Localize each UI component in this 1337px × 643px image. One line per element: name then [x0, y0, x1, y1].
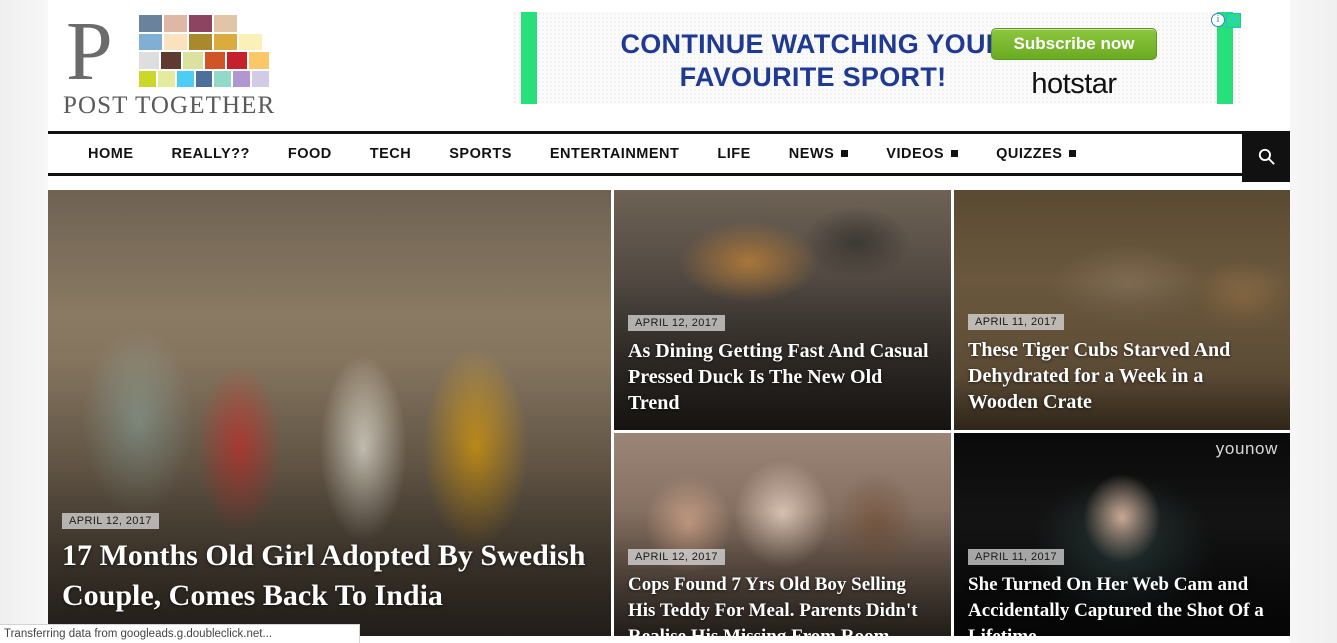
- nav-item-videos[interactable]: VIDEOS: [867, 134, 977, 173]
- article-headline[interactable]: She Turned On Her Web Cam and Accidental…: [968, 572, 1276, 636]
- logo-color-cell: [204, 51, 226, 70]
- advertisement-banner[interactable]: CONTINUE WATCHING YOUR FAVOURITE SPORT! …: [513, 12, 1241, 104]
- article-date: APRIL 12, 2017: [628, 548, 725, 565]
- chevron-down-icon: [1069, 150, 1077, 157]
- chevron-down-icon: [951, 150, 959, 157]
- logo-color-row: [138, 69, 271, 88]
- logo-color-cell: [251, 69, 271, 88]
- page-container: P POST TOGETHER CONTINUE WATCHING YOUR F…: [48, 0, 1290, 643]
- logo-color-cell: [232, 69, 252, 88]
- nav-item-list: HOME REALLY?? FOOD TECH SPORTS ENTERTAINMENT L…: [48, 134, 1095, 173]
- logo-color-cell: [248, 51, 270, 70]
- logo-color-cell: [238, 32, 263, 51]
- article-headline[interactable]: 17 Months Old Girl Adopted By Swedish Co…: [62, 536, 597, 616]
- masthead: P POST TOGETHER CONTINUE WATCHING YOUR F…: [48, 0, 1290, 131]
- logo-color-row: [138, 32, 270, 51]
- nav-item-tech[interactable]: TECH: [351, 134, 430, 173]
- right-gutter: [1290, 0, 1337, 643]
- logo-color-cell: [163, 32, 188, 51]
- nav-item-label: LIFE: [717, 145, 751, 162]
- browser-viewport: P POST TOGETHER CONTINUE WATCHING YOUR F…: [0, 0, 1337, 643]
- article-card-cops[interactable]: APRIL 12, 2017 Cops Found 7 Yrs Old Boy …: [614, 433, 951, 636]
- logo-color-grid: [138, 14, 271, 88]
- article-card-webcam[interactable]: younow APRIL 11, 2017 She Turned On Her …: [954, 433, 1290, 636]
- logo-color-cell: [175, 69, 195, 88]
- logo-color-cell: [213, 32, 238, 51]
- article-date: APRIL 11, 2017: [968, 548, 1065, 565]
- article-meta-webcam: APRIL 11, 2017 She Turned On Her Web Cam…: [968, 547, 1276, 636]
- article-headline[interactable]: As Dining Getting Fast And Casual Presse…: [628, 338, 937, 416]
- article-date: APRIL 11, 2017: [968, 313, 1065, 330]
- logo-color-cell: [160, 51, 182, 70]
- nav-item-label: ENTERTAINMENT: [549, 145, 680, 162]
- nav-item-sports[interactable]: SPORTS: [430, 134, 531, 173]
- browser-status-bar: Transferring data from googleads.g.doubl…: [0, 624, 360, 643]
- article-headline[interactable]: Cops Found 7 Yrs Old Boy Selling His Ted…: [628, 572, 937, 636]
- logo-color-cell: [226, 51, 248, 70]
- logo-color-cell: [188, 32, 213, 51]
- featured-articles-grid: APRIL 12, 2017 17 Months Old Girl Adopte…: [48, 176, 1290, 636]
- adchoices-info-icon[interactable]: i: [1211, 13, 1225, 27]
- article-card-duck[interactable]: APRIL 12, 2017 As Dining Getting Fast An…: [614, 190, 951, 430]
- logo-color-row: [138, 51, 270, 70]
- article-meta-lead: APRIL 12, 2017 17 Months Old Girl Adopte…: [62, 511, 597, 616]
- nav-item-label: VIDEOS: [886, 145, 945, 162]
- adchoices-controls[interactable]: i ✕: [1211, 13, 1241, 28]
- logo-wordmark: POST TOGETHER: [63, 92, 276, 119]
- article-card-lead[interactable]: APRIL 12, 2017 17 Months Old Girl Adopte…: [48, 190, 611, 636]
- main-navigation: HOME REALLY?? FOOD TECH SPORTS ENTERTAINMENT L…: [48, 131, 1290, 182]
- logo-color-cell: [163, 14, 188, 33]
- left-gutter: [0, 0, 48, 643]
- nav-item-label: FOOD: [287, 145, 332, 162]
- logo-color-cell: [213, 69, 233, 88]
- ad-content[interactable]: CONTINUE WATCHING YOUR FAVOURITE SPORT! …: [513, 12, 1241, 104]
- nav-item-food[interactable]: FOOD: [269, 134, 351, 173]
- nav-item-really[interactable]: REALLY??: [153, 134, 269, 173]
- ad-left-accent-bar: [521, 12, 537, 104]
- nav-item-label: SPORTS: [449, 145, 512, 162]
- ad-brand-logo: hotstar: [1031, 68, 1117, 100]
- article-meta-duck: APRIL 12, 2017 As Dining Getting Fast An…: [628, 313, 937, 416]
- nav-item-quizzes[interactable]: QUIZZES: [977, 134, 1095, 173]
- article-meta-tiger: APRIL 11, 2017 These Tiger Cubs Starved …: [968, 312, 1276, 415]
- article-headline[interactable]: These Tiger Cubs Starved And Dehydrated …: [968, 337, 1276, 415]
- logo-color-cell: [156, 69, 176, 88]
- chevron-down-icon: [841, 150, 849, 157]
- nav-item-label: QUIZZES: [996, 145, 1063, 162]
- logo-letter-p: P: [66, 5, 113, 98]
- nav-item-label: REALLY??: [171, 145, 250, 162]
- logo-color-cell: [182, 51, 204, 70]
- nav-item-news[interactable]: NEWS: [770, 134, 868, 173]
- article-meta-cops: APRIL 12, 2017 Cops Found 7 Yrs Old Boy …: [628, 547, 937, 636]
- ad-close-icon[interactable]: ✕: [1226, 13, 1241, 28]
- nav-item-label: NEWS: [788, 145, 835, 162]
- nav-item-label: TECH: [369, 145, 412, 162]
- ad-subscribe-button[interactable]: Subscribe now: [991, 28, 1157, 60]
- article-date: APRIL 12, 2017: [62, 512, 159, 529]
- logo-color-row: [138, 14, 270, 33]
- article-card-tiger[interactable]: APRIL 11, 2017 These Tiger Cubs Starved …: [954, 190, 1290, 430]
- search-icon: [1258, 148, 1275, 165]
- nav-item-label: HOME: [88, 145, 134, 162]
- logo-color-cell: [138, 32, 163, 51]
- logo-color-cell: [138, 14, 163, 33]
- logo-color-cell: [138, 51, 160, 70]
- logo-color-cell: [188, 14, 213, 33]
- logo-color-cell: [194, 69, 214, 88]
- video-source-watermark: younow: [1215, 439, 1278, 458]
- site-logo[interactable]: P POST TOGETHER: [60, 5, 276, 120]
- nav-item-home[interactable]: HOME: [69, 134, 153, 173]
- nav-item-entertainment[interactable]: ENTERTAINMENT: [531, 134, 698, 173]
- nav-item-life[interactable]: LIFE: [698, 134, 769, 173]
- article-date: APRIL 12, 2017: [628, 314, 725, 331]
- logo-color-cell: [213, 14, 238, 33]
- search-button[interactable]: [1242, 131, 1290, 182]
- logo-color-cell: [138, 69, 157, 88]
